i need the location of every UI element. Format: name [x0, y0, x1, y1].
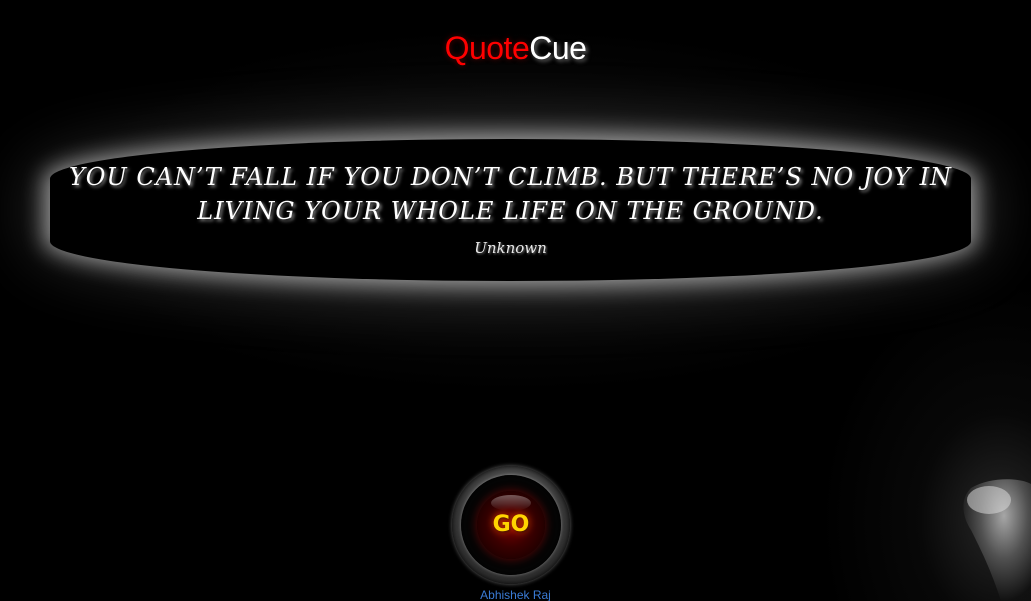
app-title: QuoteCue	[0, 30, 1031, 67]
author-credit-link[interactable]: Abhishek Raj	[0, 588, 1031, 601]
app-title-cue: Cue	[529, 30, 587, 66]
quote-author: Unknown	[474, 239, 547, 257]
go-button-label: GO	[492, 512, 530, 537]
go-button[interactable]: GO	[452, 466, 570, 584]
app-title-quote: Quote	[444, 30, 530, 66]
quote-text: You can’t fall if you don’t climb. But t…	[68, 163, 953, 225]
go-button-ring: GO	[461, 475, 561, 575]
go-button-core: GO	[477, 491, 545, 559]
